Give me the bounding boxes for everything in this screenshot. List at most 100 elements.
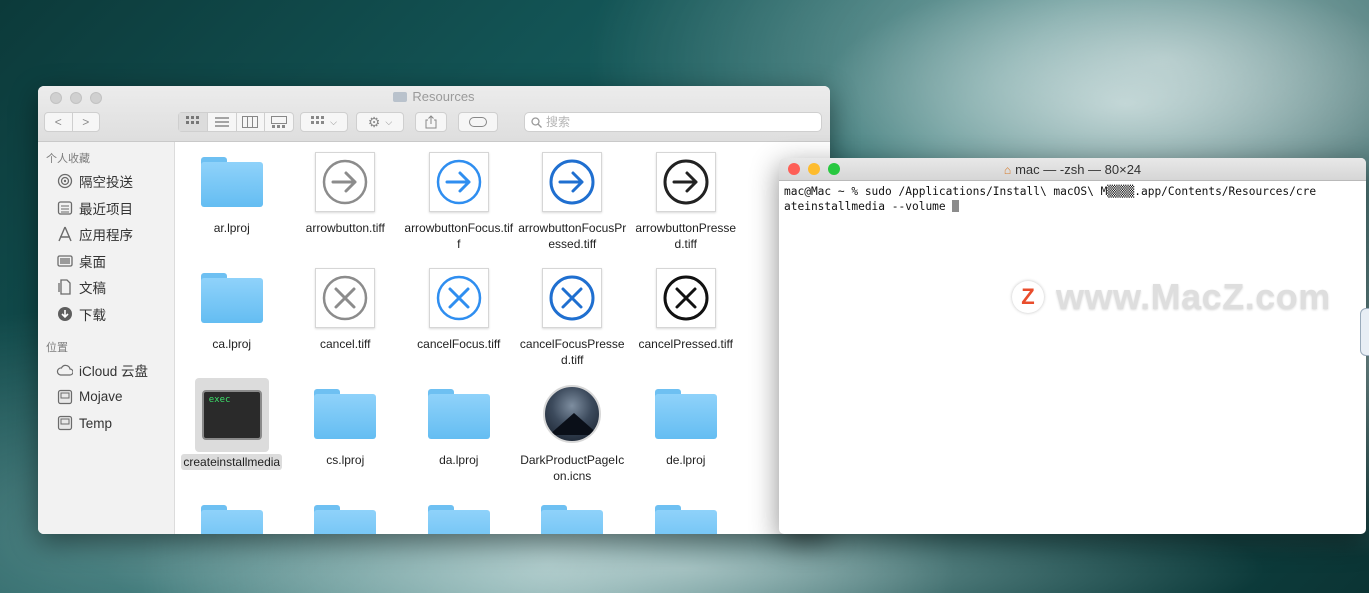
sidebar-item-mojave[interactable]: Mojave bbox=[38, 384, 174, 411]
grid-icon bbox=[311, 116, 325, 124]
file-name: createinstallmedia bbox=[181, 454, 283, 470]
search-icon bbox=[531, 116, 542, 128]
file-browser[interactable]: ar.lproj arrowbutton.tiff arrowbuttonFocus… bbox=[175, 142, 830, 534]
share-icon bbox=[425, 115, 437, 129]
file-item[interactable]: da.lproj bbox=[402, 382, 516, 498]
file-item[interactable]: arrowbuttonFocus.tiff bbox=[402, 150, 516, 266]
sidebar-item-applications[interactable]: 应用程序 bbox=[38, 221, 174, 248]
search-field[interactable] bbox=[524, 112, 822, 132]
mojave-icns-icon bbox=[540, 382, 604, 446]
file-item[interactable]: cancel.tiff bbox=[289, 266, 403, 382]
share-button[interactable] bbox=[415, 112, 447, 132]
sidebar-item-label: 应用程序 bbox=[79, 228, 133, 244]
file-item[interactable] bbox=[175, 498, 289, 534]
file-item[interactable] bbox=[629, 498, 743, 534]
file-item[interactable]: exec createinstallmedia bbox=[175, 378, 289, 498]
offscreen-window-edge bbox=[1360, 308, 1369, 356]
file-item[interactable]: cs.lproj bbox=[289, 382, 403, 498]
file-item[interactable]: ca.lproj bbox=[175, 266, 289, 382]
folder-icon bbox=[313, 498, 377, 534]
folder-icon bbox=[200, 266, 264, 330]
search-input[interactable] bbox=[546, 115, 796, 129]
folder-icon bbox=[540, 498, 604, 534]
column-view-button[interactable] bbox=[237, 113, 266, 131]
sidebar-item-label: iCloud 云盘 bbox=[79, 364, 149, 380]
folder-icon bbox=[200, 498, 264, 534]
sidebar-item-label: 下载 bbox=[79, 307, 106, 323]
cancel-icon bbox=[654, 266, 718, 330]
disk-icon bbox=[56, 415, 73, 432]
sidebar-item-temp[interactable]: Temp bbox=[38, 410, 174, 437]
file-name: arrowbuttonPressed.tiff bbox=[635, 221, 737, 251]
desktop-icon bbox=[56, 252, 73, 269]
terminal-input-line[interactable]: ateinstallmedia --volume bbox=[784, 199, 1361, 214]
tags-button[interactable] bbox=[458, 112, 498, 132]
recents-icon bbox=[56, 199, 73, 216]
sidebar-item-airdrop[interactable]: 隔空投送 bbox=[38, 168, 174, 195]
file-name: cancel.tiff bbox=[320, 337, 371, 351]
file-item[interactable]: arrowbuttonPressed.tiff bbox=[629, 150, 743, 266]
back-button[interactable]: < bbox=[45, 113, 73, 131]
sidebar-item-label: 最近项目 bbox=[79, 201, 133, 217]
sidebar-item-icloud[interactable]: iCloud 云盘 bbox=[38, 357, 174, 384]
disk-icon bbox=[56, 388, 73, 405]
window-title: Resources bbox=[38, 89, 830, 104]
file-item[interactable] bbox=[289, 498, 403, 534]
file-name: cs.lproj bbox=[326, 453, 365, 467]
file-item[interactable]: cancelPressed.tiff bbox=[629, 266, 743, 382]
terminal-exec-icon: exec bbox=[194, 378, 269, 452]
file-name: DarkProductPageIcon.icns bbox=[520, 453, 625, 483]
text-cursor bbox=[952, 200, 960, 212]
finder-sidebar: 个人收藏 隔空投送 最近项目 应用程序 桌面 文稿 下载 位置 iCloud 云… bbox=[38, 142, 175, 534]
list-view-button[interactable] bbox=[208, 113, 237, 131]
file-item[interactable]: de.lproj bbox=[629, 382, 743, 498]
gallery-view-button[interactable] bbox=[265, 113, 293, 131]
file-item[interactable]: ar.lproj bbox=[175, 150, 289, 266]
sidebar-item-desktop[interactable]: 桌面 bbox=[38, 248, 174, 275]
icon-view-button[interactable] bbox=[179, 113, 208, 131]
folder-icon bbox=[393, 92, 408, 102]
view-mode-group bbox=[178, 112, 294, 132]
terminal-output[interactable]: mac@Mac ~ % sudo /Applications/Install\ … bbox=[779, 181, 1366, 217]
watermark-text: www.MacZ.com bbox=[1056, 276, 1331, 317]
sidebar-header-locations: 位置 bbox=[46, 342, 68, 354]
file-item[interactable]: DarkProductPageIcon.icns bbox=[516, 382, 630, 498]
group-by-button[interactable]: ⌵ bbox=[300, 112, 348, 132]
applications-icon bbox=[56, 226, 73, 243]
cancel-icon bbox=[313, 266, 377, 330]
file-name: ca.lproj bbox=[212, 337, 252, 351]
file-name: cancelFocus.tiff bbox=[417, 337, 501, 351]
sidebar-item-label: 桌面 bbox=[79, 254, 106, 270]
sidebar-header-favorites: 个人收藏 bbox=[46, 153, 90, 165]
terminal-titlebar[interactable]: ⌂ mac — -zsh — 80×24 bbox=[779, 158, 1366, 181]
file-item[interactable]: arrowbutton.tiff bbox=[289, 150, 403, 266]
finder-titlebar[interactable]: Resources < > ⌵ ⚙ ⌵ bbox=[38, 86, 830, 142]
watermark: Z www.MacZ.com bbox=[1012, 276, 1331, 318]
cancel-icon bbox=[540, 266, 604, 330]
arrow-right-icon bbox=[654, 150, 718, 214]
sidebar-item-downloads[interactable]: 下载 bbox=[38, 301, 174, 328]
back-forward-group: < > bbox=[44, 112, 100, 132]
sidebar-item-recents[interactable]: 最近项目 bbox=[38, 195, 174, 222]
file-item[interactable] bbox=[402, 498, 516, 534]
cancel-icon bbox=[427, 266, 491, 330]
gallery-icon bbox=[271, 116, 288, 128]
file-item[interactable]: arrowbuttonFocusPressed.tiff bbox=[516, 150, 630, 266]
file-item[interactable] bbox=[516, 498, 630, 534]
tag-icon bbox=[469, 117, 487, 127]
macz-logo: Z bbox=[1012, 281, 1044, 313]
action-button[interactable]: ⚙ ⌵ bbox=[356, 112, 404, 132]
list-icon bbox=[214, 117, 229, 127]
sidebar-item-documents[interactable]: 文稿 bbox=[38, 274, 174, 301]
terminal-window[interactable]: ⌂ mac — -zsh — 80×24 mac@Mac ~ % sudo /Ap… bbox=[779, 158, 1366, 534]
folder-icon bbox=[654, 382, 718, 446]
file-name: cancelFocusPressed.tiff bbox=[519, 337, 625, 367]
forward-button[interactable]: > bbox=[73, 113, 100, 131]
airdrop-icon bbox=[56, 173, 73, 190]
file-item[interactable]: cancelFocus.tiff bbox=[402, 266, 516, 382]
documents-icon bbox=[56, 279, 73, 296]
window-title: ⌂ mac — -zsh — 80×24 bbox=[1003, 162, 1142, 177]
file-item[interactable]: cancelFocusPressed.tiff bbox=[516, 266, 630, 382]
finder-window[interactable]: Resources < > ⌵ ⚙ ⌵ 搜索 个人收藏 隔空投送 最近项目 应用… bbox=[38, 86, 830, 534]
folder-icon bbox=[200, 150, 264, 214]
